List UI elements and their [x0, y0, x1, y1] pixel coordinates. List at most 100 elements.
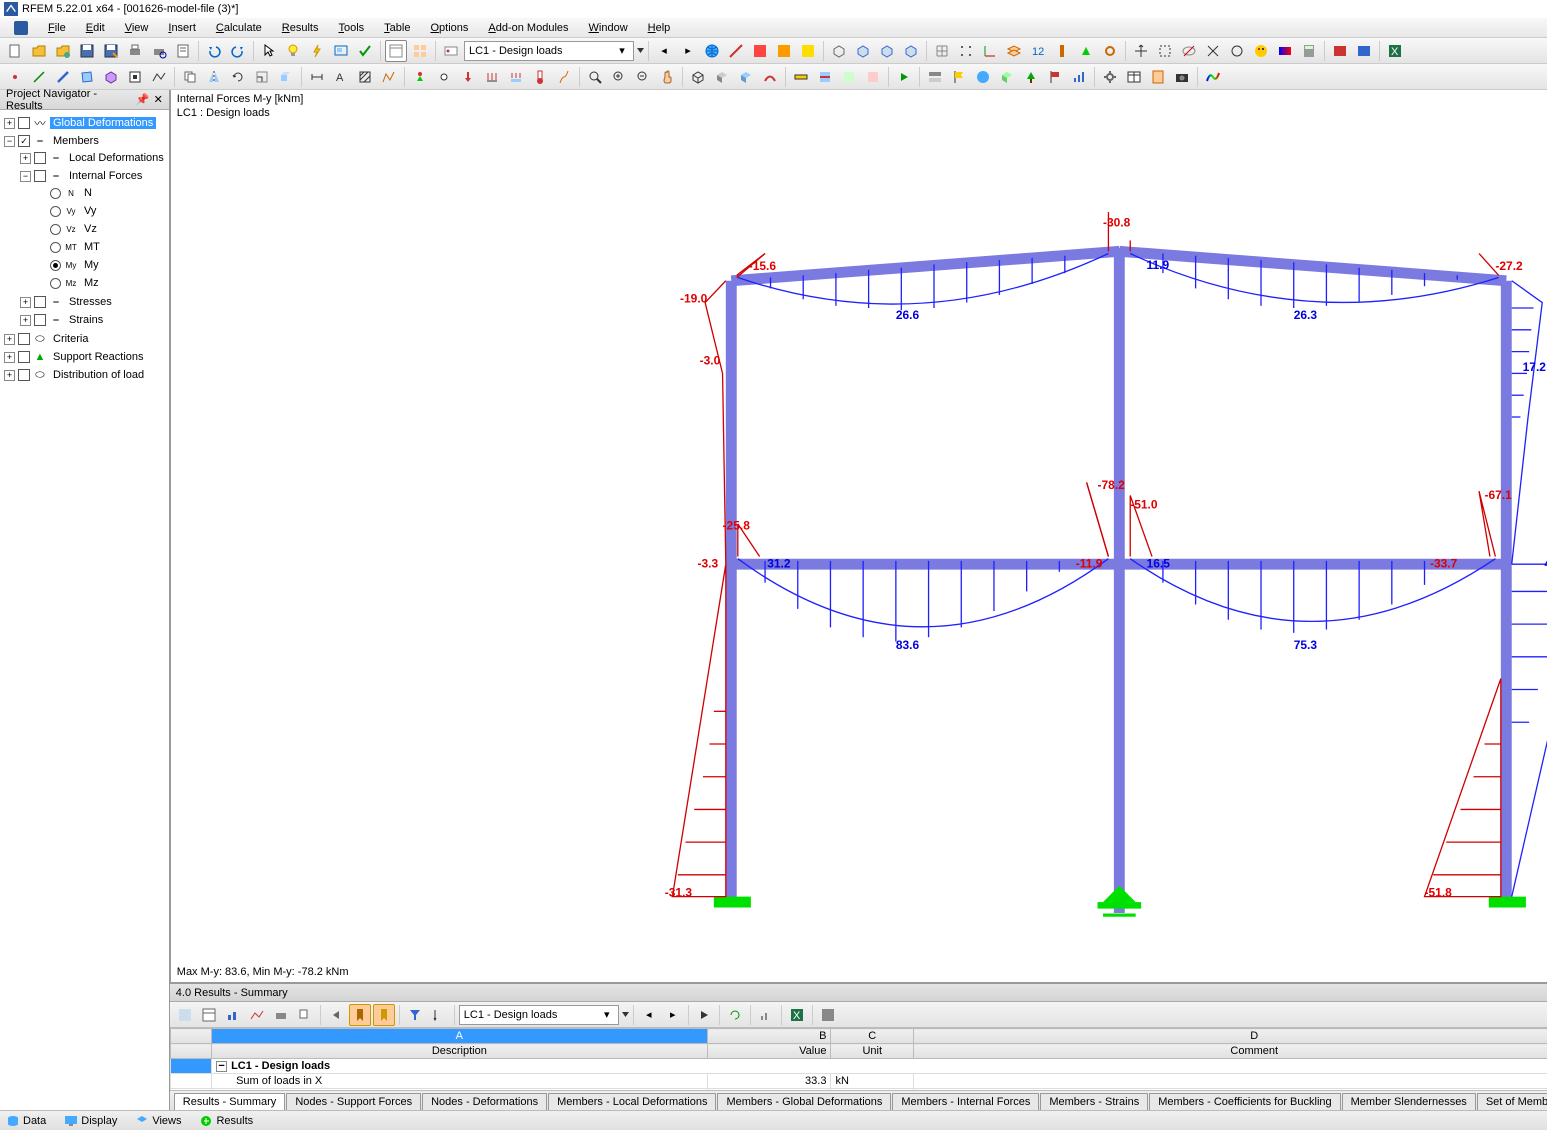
dimension-icon[interactable] — [306, 66, 328, 88]
rp-bookmark2-icon[interactable] — [373, 1004, 395, 1026]
bottom-data[interactable]: Data — [6, 1114, 46, 1128]
results-loadcase-combo[interactable]: LC1 - Design loads ▾ — [459, 1005, 619, 1025]
report-icon[interactable] — [1147, 66, 1169, 88]
numbers-icon[interactable]: 12 — [1027, 40, 1049, 62]
loadcase-icon[interactable] — [440, 40, 462, 62]
menu-view[interactable]: View — [115, 20, 159, 36]
tab-slenderness[interactable]: Member Slendernesses — [1342, 1093, 1476, 1110]
tree-support-reactions[interactable]: Support Reactions — [50, 351, 147, 363]
check-icon[interactable] — [354, 40, 376, 62]
menu-help[interactable]: Help — [638, 20, 681, 36]
supports-icon[interactable] — [1075, 40, 1097, 62]
menu-tools[interactable]: Tools — [328, 20, 374, 36]
pan-icon[interactable] — [656, 66, 678, 88]
imp-icon[interactable] — [553, 66, 575, 88]
excel-icon[interactable]: X — [1384, 40, 1406, 62]
radio-vy[interactable] — [50, 206, 61, 217]
results-orange-icon[interactable] — [773, 40, 795, 62]
hide-icon[interactable] — [1178, 40, 1200, 62]
rp-sort-icon[interactable] — [428, 1004, 450, 1026]
menu-options[interactable]: Options — [420, 20, 478, 36]
radio-mz[interactable] — [50, 278, 61, 289]
support-node-icon[interactable] — [409, 66, 431, 88]
node-icon[interactable] — [4, 66, 26, 88]
tab-members-local[interactable]: Members - Local Deformations — [548, 1093, 716, 1110]
tree-criteria[interactable]: Criteria — [50, 333, 91, 345]
zoom-out-icon[interactable] — [632, 66, 654, 88]
rp-chart-icon[interactable] — [222, 1004, 244, 1026]
clip-xy-icon[interactable] — [838, 66, 860, 88]
flag2-icon[interactable] — [1044, 66, 1066, 88]
hinge-icon[interactable] — [433, 66, 455, 88]
expand-icon[interactable]: + — [4, 118, 15, 129]
pline-icon[interactable] — [378, 66, 400, 88]
circle-icon[interactable] — [1226, 40, 1248, 62]
results-group-label[interactable]: LC1 - Design loads — [231, 1060, 330, 1072]
hatch-icon[interactable] — [354, 66, 376, 88]
tree-members[interactable]: Members — [50, 135, 102, 147]
menu-edit[interactable]: Edit — [76, 20, 115, 36]
camera-icon[interactable] — [1171, 66, 1193, 88]
globe2-icon[interactable] — [972, 66, 994, 88]
menu-table[interactable]: Table — [374, 20, 420, 36]
tab-set-members[interactable]: Set of Members - Int — [1477, 1093, 1547, 1110]
loadcase-combo[interactable]: LC1 - Design loads ▾ — [464, 41, 634, 61]
palette-icon[interactable] — [1250, 40, 1272, 62]
rp-bookmark-icon[interactable] — [349, 1004, 371, 1026]
copy-icon[interactable] — [179, 66, 201, 88]
graph-icon[interactable] — [1068, 66, 1090, 88]
bulb-icon[interactable] — [282, 40, 304, 62]
opening-icon[interactable] — [124, 66, 146, 88]
hinges-icon[interactable] — [1099, 40, 1121, 62]
results-yellow-icon[interactable] — [797, 40, 819, 62]
results-red-icon[interactable] — [749, 40, 771, 62]
print-report-icon[interactable] — [172, 40, 194, 62]
load-force-icon[interactable] — [457, 66, 479, 88]
close-icon[interactable]: ✕ — [154, 93, 163, 106]
select-icon[interactable] — [1154, 40, 1176, 62]
undo-icon[interactable] — [203, 40, 225, 62]
rp-save-icon[interactable] — [817, 1004, 839, 1026]
pin-icon[interactable]: 📌 — [136, 93, 150, 106]
tab-nodes-support[interactable]: Nodes - Support Forces — [286, 1093, 421, 1110]
module-icon[interactable] — [1353, 40, 1375, 62]
tree-global-deformations[interactable]: Global Deformations — [50, 117, 156, 129]
rp-graph-icon[interactable] — [755, 1004, 777, 1026]
rp-table-icon[interactable] — [198, 1004, 220, 1026]
bottom-display[interactable]: Display — [64, 1114, 117, 1128]
member-icon[interactable] — [52, 66, 74, 88]
tab-members-buckling[interactable]: Members - Coefficients for Buckling — [1149, 1093, 1340, 1110]
rp-prev-icon[interactable]: ◂ — [638, 1004, 660, 1026]
rotate-icon[interactable] — [227, 66, 249, 88]
deform-icon[interactable] — [759, 66, 781, 88]
move-icon[interactable] — [1130, 40, 1152, 62]
extrude-icon[interactable] — [275, 66, 297, 88]
load-temp-icon[interactable] — [529, 66, 551, 88]
clip-icon[interactable] — [814, 66, 836, 88]
grid-icon[interactable] — [931, 40, 953, 62]
tree-internal-forces[interactable]: Internal Forces — [66, 170, 145, 182]
dropdown-arrow-icon[interactable] — [637, 47, 644, 54]
menu-file[interactable]: File — [38, 20, 76, 36]
layers-icon[interactable] — [1003, 40, 1025, 62]
layers-panel-icon[interactable] — [924, 66, 946, 88]
menu-addon[interactable]: Add-on Modules — [478, 20, 578, 36]
tab-members-internal[interactable]: Members - Internal Forces — [892, 1093, 1039, 1110]
axes-icon[interactable] — [979, 40, 1001, 62]
prev-lc-icon[interactable]: ◂ — [653, 40, 675, 62]
text-icon[interactable]: A — [330, 66, 352, 88]
tree-stresses[interactable]: Stresses — [66, 296, 115, 308]
line-icon[interactable] — [28, 66, 50, 88]
print-preview-icon[interactable] — [148, 40, 170, 62]
rp-play-icon[interactable] — [693, 1004, 715, 1026]
tree-local-deform[interactable]: Local Deformations — [66, 152, 167, 164]
view-x-icon[interactable] — [852, 40, 874, 62]
rp-copy-icon[interactable] — [294, 1004, 316, 1026]
rp-filter-icon[interactable] — [404, 1004, 426, 1026]
grid-view-icon[interactable] — [409, 40, 431, 62]
sections-icon[interactable] — [1051, 40, 1073, 62]
tab-members-strains[interactable]: Members - Strains — [1040, 1093, 1148, 1110]
load-line-icon[interactable] — [481, 66, 503, 88]
wireframe-icon[interactable] — [687, 66, 709, 88]
iso-view-icon[interactable] — [828, 40, 850, 62]
